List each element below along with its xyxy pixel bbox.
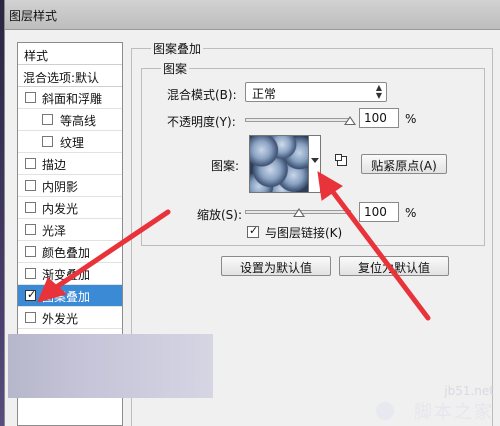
- watermark-site: jb51.net: [444, 384, 494, 398]
- watermark-name: 脚本之家: [414, 402, 494, 423]
- arrow-to-picker-icon: [317, 171, 431, 321]
- paw-logo-icon: [376, 402, 394, 420]
- watermark: jb51.net 脚本之家: [376, 384, 494, 424]
- annotation-arrows: [37, 171, 431, 321]
- arrow-to-sidebar-icon: [37, 209, 171, 303]
